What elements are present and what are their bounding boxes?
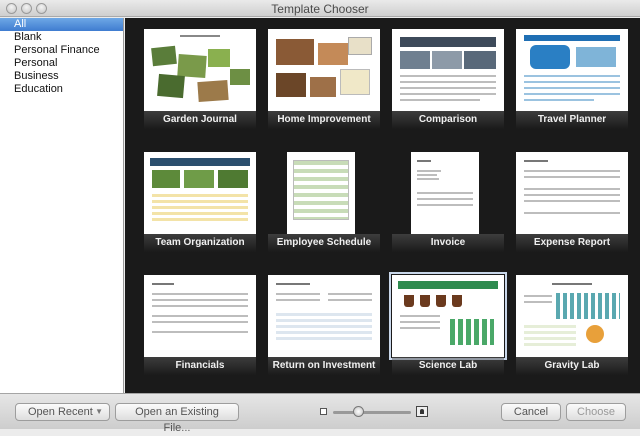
large-thumbnail-icon	[416, 406, 428, 417]
template-label: Garden Journal	[163, 114, 237, 125]
cancel-button[interactable]: Cancel	[501, 403, 561, 421]
team-organization-thumbnail	[144, 152, 256, 234]
gravity-lab-thumbnail	[516, 275, 628, 357]
template-label: Comparison	[418, 114, 478, 125]
template-label: Travel Planner	[537, 114, 607, 125]
template-expense-report[interactable]: Expense Report	[513, 145, 631, 253]
title-bar[interactable]: Template Chooser	[0, 0, 640, 17]
slider-track[interactable]	[333, 411, 411, 414]
open-recent-label: Open Recent	[28, 406, 93, 418]
category-sidebar: All Blank Personal Finance Personal Busi…	[0, 18, 124, 393]
return-on-investment-thumbnail	[268, 275, 380, 357]
template-label: Return on Investment	[272, 360, 376, 371]
category-blank[interactable]: Blank	[0, 31, 123, 44]
category-personal[interactable]: Personal	[0, 57, 123, 70]
home-improvement-thumbnail	[268, 29, 380, 111]
template-label: Home Improvement	[277, 114, 371, 125]
template-financials[interactable]: Financials	[141, 268, 259, 376]
template-chooser-window: Template Chooser All Blank Personal Fina…	[0, 0, 640, 434]
financials-thumbnail	[144, 275, 256, 357]
open-recent-button[interactable]: Open Recent ▼	[15, 403, 110, 421]
template-label: Team Organization	[155, 237, 245, 248]
category-all[interactable]: All	[0, 18, 123, 31]
template-label: Gravity Lab	[544, 360, 600, 371]
template-invoice[interactable]: Invoice	[389, 145, 507, 253]
template-label: Science Lab	[418, 360, 478, 371]
choose-button[interactable]: Choose	[566, 403, 626, 421]
template-team-organization[interactable]: Team Organization	[141, 145, 259, 253]
template-label: Expense Report	[533, 237, 611, 248]
open-existing-file-button[interactable]: Open an Existing File...	[115, 403, 239, 434]
category-personal-finance[interactable]: Personal Finance	[0, 44, 123, 57]
template-grid: Garden Journal Home Improvement Comparis…	[125, 18, 640, 393]
template-science-lab[interactable]: Science Lab	[389, 268, 507, 376]
template-garden-journal[interactable]: Garden Journal	[141, 22, 259, 130]
template-travel-planner[interactable]: Travel Planner	[513, 22, 631, 130]
category-business[interactable]: Business	[0, 70, 123, 83]
template-label: Invoice	[430, 237, 466, 248]
science-lab-thumbnail	[389, 272, 507, 360]
template-return-on-investment[interactable]: Return on Investment	[265, 268, 383, 376]
travel-planner-thumbnail	[516, 29, 628, 111]
slider-thumb[interactable]	[353, 406, 365, 417]
template-gravity-lab[interactable]: Gravity Lab	[513, 268, 631, 376]
window-title: Template Chooser	[271, 2, 369, 16]
invoice-thumbnail	[411, 152, 479, 234]
template-comparison[interactable]: Comparison	[389, 22, 507, 130]
category-education[interactable]: Education	[0, 83, 123, 96]
small-thumbnail-icon	[320, 408, 327, 415]
template-employee-schedule[interactable]: Employee Schedule	[265, 145, 383, 253]
expense-report-thumbnail	[516, 152, 628, 234]
template-label: Employee Schedule	[276, 237, 372, 248]
garden-journal-thumbnail	[144, 29, 256, 111]
employee-schedule-thumbnail	[287, 152, 355, 234]
chevron-down-icon: ▼	[95, 407, 103, 416]
comparison-thumbnail	[392, 29, 504, 111]
template-home-improvement[interactable]: Home Improvement	[265, 22, 383, 130]
thumbnail-size-slider[interactable]	[320, 406, 428, 418]
template-label: Financials	[175, 360, 225, 371]
